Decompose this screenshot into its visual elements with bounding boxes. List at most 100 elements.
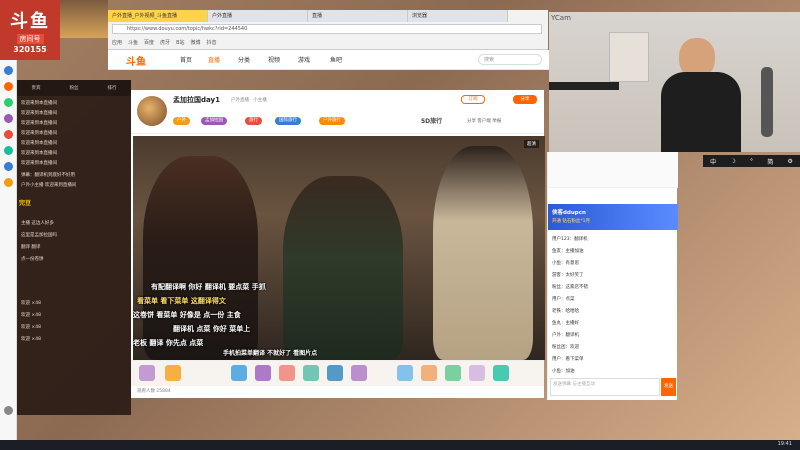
ime-lang[interactable]: 中 xyxy=(710,157,716,166)
danmu-row: 欢迎 ×48 xyxy=(21,337,41,342)
gift-icon[interactable] xyxy=(327,365,343,381)
app-icon[interactable] xyxy=(4,146,13,155)
bookmark-item[interactable]: 抖音 xyxy=(207,37,217,49)
chat-message: 户外：翻译机 xyxy=(552,333,579,338)
danmu-row: 欢迎 ×48 xyxy=(21,325,41,330)
subscribe-button[interactable]: 订阅 xyxy=(461,95,485,104)
danmu-row: 欢迎 ×48 xyxy=(21,301,41,306)
chat-message: 粉丝团：欢迎 xyxy=(552,345,579,350)
bookmark-item[interactable]: 斗鱼 xyxy=(128,37,138,49)
ime-toolbar: 中 ☽ ° 简 ⚙ xyxy=(703,155,800,167)
subtitle-line: 有配翻译啊 你好 翻译机 要点菜 手抓 xyxy=(151,283,266,291)
gear-icon[interactable]: ⚙ xyxy=(787,158,792,165)
danmu-row: 欢迎来到本直播间 xyxy=(21,151,57,156)
person-right xyxy=(433,146,533,360)
webcam-label: YCam xyxy=(551,14,571,22)
promo-banner[interactable]: 侠客ddupcn 开通 钻石粉丝*1月 xyxy=(548,204,678,230)
bookmarks-bar: 应用 斗鱼 百度 虎牙 B站 微博 抖音 xyxy=(108,37,548,49)
app-icon[interactable] xyxy=(4,162,13,171)
chat-message: 用户123：翻译机 xyxy=(552,237,588,242)
site-logo[interactable]: 斗鱼 xyxy=(126,53,146,68)
danmu-row: 户外小主播 欢迎来到直播间 xyxy=(21,183,77,188)
nav-category[interactable]: 分类 xyxy=(238,55,250,64)
chat-panel: 侠客ddupcn 开通 钻石粉丝*1月 用户123：翻译机 鱼友：主播加油 小鱼… xyxy=(547,152,678,400)
gift-icon[interactable] xyxy=(139,365,155,381)
room-badge: 旅行 xyxy=(245,117,262,125)
app-icon[interactable] xyxy=(4,178,13,187)
ime-simplified[interactable]: 简 xyxy=(767,157,773,166)
gift-icon[interactable] xyxy=(493,365,509,381)
chat-message: 小鱼：有意思 xyxy=(552,261,579,266)
bookmark-item[interactable]: 微博 xyxy=(191,37,201,49)
share-button[interactable]: 分享 xyxy=(513,95,537,104)
tab-vip[interactable]: 贵宾 xyxy=(32,85,41,91)
tab-fans[interactable]: 粉丝 xyxy=(70,85,79,91)
app-icon[interactable] xyxy=(4,98,13,107)
danmu-row: 欢迎 ×48 xyxy=(21,313,41,318)
gift-icon[interactable] xyxy=(397,365,413,381)
send-button[interactable]: 发送 xyxy=(661,378,676,396)
moon-icon[interactable]: ☽ xyxy=(730,158,735,165)
danmu-row: 欢迎来到本直播间 xyxy=(21,131,57,136)
app-icon[interactable] xyxy=(4,82,13,91)
add-icon[interactable] xyxy=(4,406,13,415)
bookmark-item[interactable]: 应用 xyxy=(112,37,122,49)
nav-live[interactable]: 直播 xyxy=(208,55,220,64)
bookmark-item[interactable]: 虎牙 xyxy=(160,37,170,49)
app-icon[interactable] xyxy=(4,114,13,123)
danmu-highlight: 完豆 xyxy=(19,200,32,207)
app-icon[interactable] xyxy=(4,130,13,139)
tab-live[interactable]: 直播 xyxy=(308,10,408,22)
danmu-row: 欢迎来到本直播间 xyxy=(21,161,57,166)
room-header: 孟加拉国day1 户外直播 · 小主播 订阅 分享 户外 孟加拉国 旅行 国际旅… xyxy=(131,90,544,134)
danmu-row: 弹幕：翻译机到底好不好用 xyxy=(21,173,75,178)
danmu-row: 翻译 翻译 xyxy=(21,245,41,250)
nav-game[interactable]: 游戏 xyxy=(298,55,310,64)
douyu-logo-text: 斗鱼 xyxy=(10,10,50,32)
gift-icon[interactable] xyxy=(469,365,485,381)
room-title: 孟加拉国day1 xyxy=(173,96,220,104)
nav-video[interactable]: 视频 xyxy=(268,55,280,64)
chat-message: 用户：看下菜单 xyxy=(552,357,584,362)
gift-icon[interactable] xyxy=(231,365,247,381)
header-actions[interactable]: 分享 客户端 举报 xyxy=(467,118,501,124)
tab-outdoor[interactable]: 户外直播 xyxy=(208,10,308,22)
room-label: 房间号 xyxy=(16,33,44,44)
danmu-row: 欢迎来到本直播间 xyxy=(21,141,57,146)
quality-badge[interactable]: 超清 xyxy=(524,140,539,148)
search-input[interactable]: 搜索 xyxy=(478,54,542,65)
tab-douyu[interactable]: 户外直播_户外视频_斗鱼直播 xyxy=(108,10,208,22)
room-footer: 观看人数 25884 xyxy=(131,386,544,398)
brand-5d-logo: 5D旅行 xyxy=(421,118,443,125)
left-app-bar xyxy=(0,60,17,450)
danmu-row: 主播 这边人好多 xyxy=(21,221,54,226)
subtitle-line: 手机拍菜单翻译 不就好了 看图片点 xyxy=(223,350,318,357)
bookmark-item[interactable]: B站 xyxy=(176,37,184,49)
gift-icon[interactable] xyxy=(303,365,319,381)
video-player[interactable]: 超清 有配翻译啊 你好 翻译机 要点菜 手抓 看菜单 看下菜单 这翻译得文 这卷… xyxy=(133,136,545,360)
punct-icon[interactable]: ° xyxy=(750,158,753,165)
gift-icon[interactable] xyxy=(421,365,437,381)
danmu-row: 点一份卷饼 xyxy=(21,257,44,262)
streamer-body xyxy=(661,72,741,152)
avatar[interactable] xyxy=(137,96,167,126)
tab-browser[interactable]: 浏览器 xyxy=(408,10,508,22)
gift-icon[interactable] xyxy=(255,365,271,381)
gift-icon[interactable] xyxy=(279,365,295,381)
bookmark-item[interactable]: 百度 xyxy=(144,37,154,49)
tab-rank[interactable]: 排行 xyxy=(108,85,117,91)
gift-icon[interactable] xyxy=(351,365,367,381)
chat-message: 老铁：哈哈哈 xyxy=(552,309,579,314)
gift-icon[interactable] xyxy=(445,365,461,381)
address-bar[interactable]: https://www.douyu.com/topic/hwkc?rid=244… xyxy=(112,24,542,34)
app-icon[interactable] xyxy=(4,66,13,75)
room-panel: 孟加拉国day1 户外直播 · 小主播 订阅 分享 户外 孟加拉国 旅行 国际旅… xyxy=(131,90,545,398)
site-header: 斗鱼 首页 直播 分类 视频 游戏 鱼吧 搜索 xyxy=(108,50,550,70)
chat-message: 鱼友：主播加油 xyxy=(552,249,584,254)
chat-input[interactable]: 发送弹幕 与主播互动 xyxy=(550,378,660,396)
nav-yuba[interactable]: 鱼吧 xyxy=(330,55,342,64)
chat-message: 游客：太好笑了 xyxy=(552,273,584,278)
nav-home[interactable]: 首页 xyxy=(180,55,192,64)
subtitle-line: 翻译机 点菜 你好 菜单上 xyxy=(173,325,251,333)
gift-icon[interactable] xyxy=(165,365,181,381)
